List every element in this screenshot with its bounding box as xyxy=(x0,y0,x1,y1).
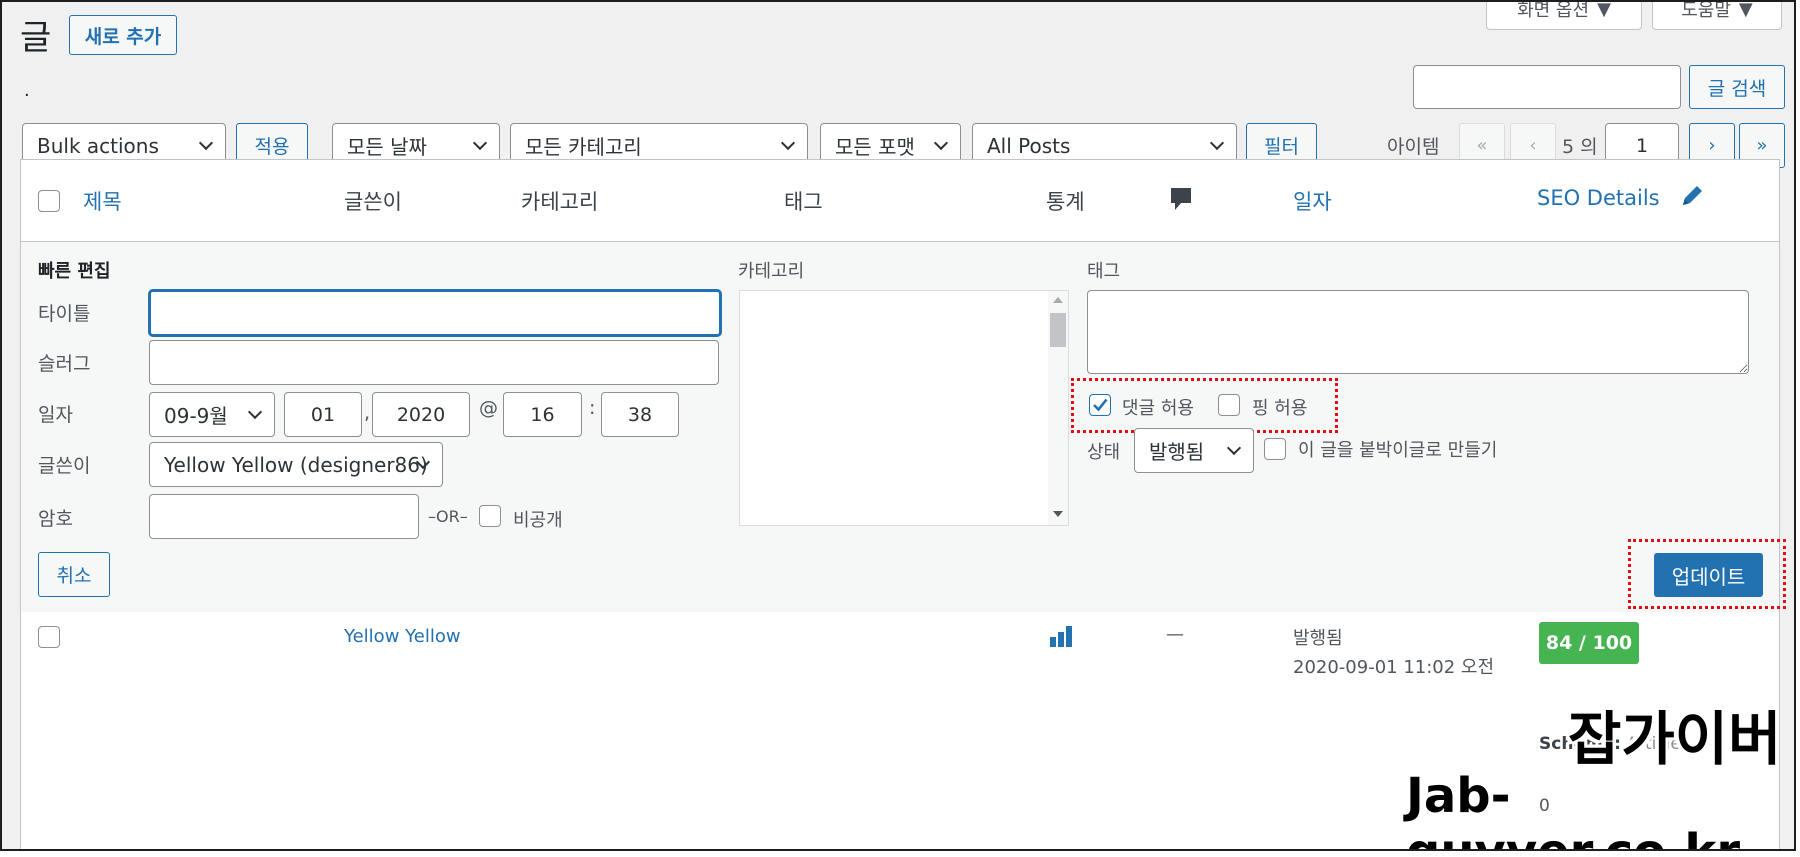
day-input[interactable]: 01 xyxy=(284,392,362,437)
chevron-down-icon xyxy=(1209,135,1225,150)
month-value: 09-9월 xyxy=(164,404,228,428)
author-value: Yellow Yellow (designer86) xyxy=(164,452,428,477)
row-date: 2020-09-01 11:02 오전 xyxy=(1293,657,1495,678)
tags-label: 태그 xyxy=(1087,261,1121,282)
comment-bubble-icon[interactable] xyxy=(1169,186,1193,216)
row-comments: — xyxy=(1166,624,1184,645)
quick-edit-heading: 빠른 편집 xyxy=(38,261,111,282)
stats-bar-icon[interactable] xyxy=(1049,623,1077,653)
caret-down-icon: ▼ xyxy=(1597,0,1611,20)
or-text: –OR– xyxy=(428,507,468,526)
password-input[interactable] xyxy=(149,494,419,539)
stray-mark: . xyxy=(24,80,30,101)
date-filter-value: 모든 날짜 xyxy=(347,135,427,159)
pencil-icon[interactable] xyxy=(1679,183,1705,213)
help-label: 도움말 xyxy=(1681,0,1731,21)
at-separator: @ xyxy=(479,397,498,419)
hour-input[interactable]: 16 xyxy=(503,392,582,437)
scroll-up-arrow-icon[interactable] xyxy=(1053,297,1063,303)
minute-input[interactable]: 38 xyxy=(601,392,679,437)
comma-separator: , xyxy=(364,402,371,424)
quick-edit-panel: 빠른 편집 타이틀 슬러그 일자 09-9월 01 , 2020 @ 16 : … xyxy=(21,242,1786,612)
column-categories: 카테고리 xyxy=(521,190,599,214)
wp-admin-window: 글 새로 추가 화면 옵션 ▼ 도움말 ▼ . 글 검색 Bulk action… xyxy=(0,0,1796,851)
caret-down-icon: ▼ xyxy=(1738,0,1753,20)
category-filter-value: 모든 카테고리 xyxy=(525,135,642,159)
seo-score-badge[interactable]: 84 / 100 xyxy=(1539,622,1639,664)
bulk-actions-value: Bulk actions xyxy=(37,133,159,158)
select-all-checkbox[interactable] xyxy=(38,190,60,212)
password-label: 암호 xyxy=(38,508,73,530)
help-button[interactable]: 도움말 ▼ xyxy=(1652,0,1782,30)
screen-options-label: 화면 옵션 xyxy=(1517,0,1590,21)
row-status: 발행됨 xyxy=(1293,628,1343,649)
column-tags: 태그 xyxy=(784,190,823,214)
colon-separator: : xyxy=(589,397,596,419)
page-title: 글 xyxy=(20,18,52,58)
scroll-down-arrow-icon[interactable] xyxy=(1053,511,1063,517)
highlight-box-comments xyxy=(1071,378,1338,433)
date-label: 일자 xyxy=(38,404,73,426)
chevron-down-icon xyxy=(1226,440,1242,455)
author-label: 글쓴이 xyxy=(38,455,91,477)
status-select[interactable]: 발행됨 xyxy=(1134,428,1254,473)
column-stats: 통계 xyxy=(1046,190,1085,214)
chevron-down-icon xyxy=(933,135,949,150)
column-date[interactable]: 일자 xyxy=(1293,186,1332,216)
cancel-button[interactable]: 취소 xyxy=(38,552,110,597)
search-input[interactable] xyxy=(1413,65,1681,109)
scrollbar-thumb[interactable] xyxy=(1050,313,1066,347)
column-title[interactable]: 제목 xyxy=(83,186,122,216)
screen-options-button[interactable]: 화면 옵션 ▼ xyxy=(1486,0,1642,30)
chevron-down-icon xyxy=(780,135,796,150)
status-label: 상태 xyxy=(1087,442,1121,463)
author-select[interactable]: Yellow Yellow (designer86) xyxy=(149,442,443,487)
add-new-button[interactable]: 새로 추가 xyxy=(69,15,177,55)
watermark-korean: 잡가이버 xyxy=(1568,705,1782,773)
private-label: 비공개 xyxy=(513,510,563,531)
posts-filter-value: All Posts xyxy=(987,133,1071,158)
year-input[interactable]: 2020 xyxy=(372,392,470,437)
column-author: 글쓴이 xyxy=(344,190,402,214)
search-posts-button[interactable]: 글 검색 xyxy=(1689,65,1785,109)
format-filter-value: 모든 포맷 xyxy=(835,135,915,159)
tags-textarea[interactable] xyxy=(1087,290,1749,374)
categories-label: 카테고리 xyxy=(738,261,805,282)
watermark-url: Jab-guyver.co.kr xyxy=(1406,768,1740,849)
page-of-label: 5 의 xyxy=(1562,136,1598,158)
row-author-link[interactable]: Yellow Yellow xyxy=(344,626,461,647)
posts-table: 제목 글쓴이 카테고리 태그 통계 일자 SEO Details 빠른 편집 타… xyxy=(20,159,1786,849)
items-count-label: 아이템 xyxy=(1387,136,1440,158)
slug-label: 슬러그 xyxy=(38,353,91,375)
scrollbar[interactable] xyxy=(1048,291,1068,525)
categories-checklist[interactable] xyxy=(739,290,1069,526)
title-label: 타이틀 xyxy=(38,303,91,325)
chevron-down-icon xyxy=(247,404,263,419)
sticky-checkbox[interactable] xyxy=(1264,438,1286,460)
slug-input[interactable] xyxy=(149,340,719,385)
private-checkbox[interactable] xyxy=(479,505,501,527)
row-checkbox[interactable] xyxy=(38,626,60,648)
column-seo-details[interactable]: SEO Details xyxy=(1537,186,1660,210)
status-value: 발행됨 xyxy=(1149,440,1205,464)
title-input[interactable] xyxy=(149,290,721,336)
highlight-box-update xyxy=(1628,539,1786,609)
month-select[interactable]: 09-9월 xyxy=(149,392,275,437)
chevron-down-icon xyxy=(198,135,214,150)
chevron-down-icon xyxy=(472,135,488,150)
sticky-label: 이 글을 붙박이글로 만들기 xyxy=(1298,440,1498,461)
table-header: 제목 글쓴이 카테고리 태그 통계 일자 SEO Details xyxy=(21,160,1779,242)
